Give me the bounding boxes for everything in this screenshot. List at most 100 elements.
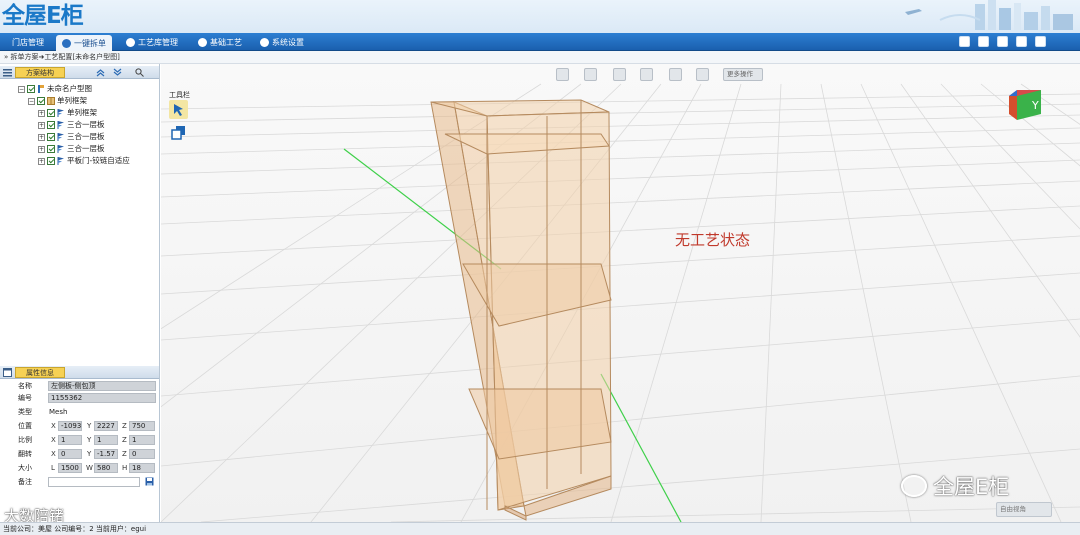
prop-size-row: 大小 L 1500 W 580 H 18 — [0, 462, 159, 474]
3d-viewport[interactable]: 更多操作 工具栏 无工艺状态 Y 全屋E柜 自由视角 — [161, 64, 1080, 522]
gear-icon[interactable] — [1016, 36, 1027, 47]
prop-id-row: 编号 1155362 — [0, 392, 159, 404]
collapse-all-icon[interactable] — [96, 68, 105, 77]
nav-process-library[interactable]: 工艺库管理 — [120, 35, 184, 50]
node-checkbox[interactable] — [47, 109, 55, 117]
expand-toggle[interactable]: + — [38, 145, 45, 153]
node-checkbox[interactable] — [37, 97, 45, 105]
breadcrumb-text: 拆单方案➜工艺配置[未命名户型图] — [10, 53, 120, 61]
cabinet-model[interactable] — [161, 64, 1080, 522]
axis-y-label: Y — [87, 436, 92, 444]
axis-h-label: H — [122, 464, 128, 472]
type-value: Mesh — [49, 408, 68, 416]
user-icon[interactable] — [997, 36, 1008, 47]
expand-toggle[interactable]: + — [38, 157, 45, 165]
select-cursor-icon[interactable] — [169, 100, 188, 119]
position-z-field[interactable]: 750 — [129, 421, 155, 431]
node-checkbox[interactable] — [47, 133, 55, 141]
skyline-decoration — [905, 0, 1073, 30]
tree-node-label: 未命名户型图 — [47, 84, 92, 93]
target-button[interactable] — [584, 68, 597, 81]
logout-icon[interactable] — [1035, 36, 1046, 47]
expand-toggle[interactable]: + — [38, 133, 45, 141]
more-operations-dropdown[interactable]: 更多操作 — [723, 68, 763, 81]
prop-note-row: 备注 — [0, 476, 159, 488]
tree-node-root[interactable]: − 未命名户型图 — [18, 83, 92, 95]
scale-z-field[interactable]: 1 — [129, 435, 155, 445]
brand-watermark: 全屋E柜 — [901, 471, 1009, 501]
position-y-field[interactable]: 2227 — [94, 421, 118, 431]
axis-w-label: W — [86, 464, 93, 472]
prop-label: 名称 — [18, 382, 32, 390]
nav-store-management[interactable]: 门店管理 — [6, 35, 50, 50]
prop-name-row: 名称 左侧板-侧包顶 — [0, 380, 159, 392]
nav-one-click-split[interactable]: 一键拆单 — [56, 35, 112, 51]
name-field[interactable]: 左侧板-侧包顶 — [48, 381, 156, 391]
expand-all-icon[interactable] — [113, 68, 122, 77]
lock-icon[interactable] — [978, 36, 989, 47]
note-input[interactable] — [48, 477, 140, 487]
node-checkbox[interactable] — [47, 157, 55, 165]
rotation-x-field[interactable]: 0 — [58, 449, 82, 459]
tree-node-frame[interactable]: − 单列框架 — [28, 95, 87, 107]
prop-type-row: 类型 Mesh — [0, 406, 159, 418]
flag-icon — [57, 145, 64, 153]
node-checkbox[interactable] — [27, 85, 35, 93]
flag-icon — [57, 121, 64, 129]
prop-label: 比例 — [18, 436, 32, 444]
lightning-button[interactable] — [696, 68, 709, 81]
cube-view-button[interactable] — [613, 68, 626, 81]
rotation-y-field[interactable]: -1.57 — [94, 449, 118, 459]
image-button[interactable] — [640, 68, 653, 81]
collapse-toggle[interactable]: − — [18, 85, 25, 93]
tree-node-item[interactable]: + 三合一层板 — [38, 119, 105, 131]
tree-node-item[interactable]: + 三合一层板 — [38, 143, 105, 155]
expand-toggle[interactable]: + — [38, 121, 45, 129]
axis-z-label: Z — [122, 450, 127, 458]
node-checkbox[interactable] — [47, 145, 55, 153]
expand-toggle[interactable]: + — [38, 109, 45, 117]
flag-icon — [57, 157, 64, 165]
size-h-field[interactable]: 18 — [129, 463, 155, 473]
size-l-field[interactable]: 1500 — [58, 463, 82, 473]
layers-icon[interactable] — [171, 125, 186, 140]
position-x-field[interactable]: -1093 — [58, 421, 82, 431]
rotation-z-field[interactable]: 0 — [129, 449, 155, 459]
nav-item-label: 一键拆单 — [74, 38, 106, 48]
axis-x-label: X — [51, 436, 56, 444]
size-w-field[interactable]: 580 — [94, 463, 118, 473]
tree-node-item[interactable]: + 平板门-铰链自适应 — [38, 155, 130, 167]
open-file-button[interactable] — [556, 68, 569, 81]
prop-label: 位置 — [18, 422, 32, 430]
nav-item-label: 门店管理 — [12, 38, 44, 47]
nav-basic-process[interactable]: 基础工艺 — [192, 35, 248, 50]
fit-view-button[interactable] — [669, 68, 682, 81]
properties-panel-title: 属性信息 — [15, 367, 65, 378]
settings-circle-icon — [260, 38, 269, 47]
flag-icon — [57, 109, 64, 117]
cabinet-group-icon — [47, 97, 55, 105]
prop-label: 类型 — [18, 408, 32, 416]
tree-node-label: 单列框架 — [57, 96, 87, 105]
cube-face-label: Y — [1031, 99, 1039, 112]
node-checkbox[interactable] — [47, 121, 55, 129]
search-icon[interactable] — [135, 68, 144, 77]
view-mode-select[interactable]: 自由视角 — [996, 502, 1052, 517]
scale-y-field[interactable]: 1 — [94, 435, 118, 445]
collapse-toggle[interactable]: − — [28, 97, 35, 105]
id-field[interactable]: 1155362 — [48, 393, 156, 403]
tree-node-item[interactable]: + 单列框架 — [38, 107, 97, 119]
view-cube[interactable]: Y — [1007, 86, 1043, 122]
prop-scale-row: 比例 X 1 Y 1 Z 1 — [0, 434, 159, 446]
save-icon[interactable] — [145, 477, 154, 486]
tree-node-item[interactable]: + 三合一层板 — [38, 131, 105, 143]
nav-item-label: 工艺库管理 — [138, 38, 178, 47]
scale-x-field[interactable]: 1 — [58, 435, 82, 445]
axis-l-label: L — [51, 464, 55, 472]
nav-system-settings[interactable]: 系统设置 — [254, 35, 310, 50]
nav-item-label: 系统设置 — [272, 38, 304, 47]
axis-z-label: Z — [122, 422, 127, 430]
floorplan-icon — [38, 85, 44, 93]
watermark-text: 全屋E柜 — [933, 475, 1010, 499]
home-icon[interactable] — [959, 36, 970, 47]
